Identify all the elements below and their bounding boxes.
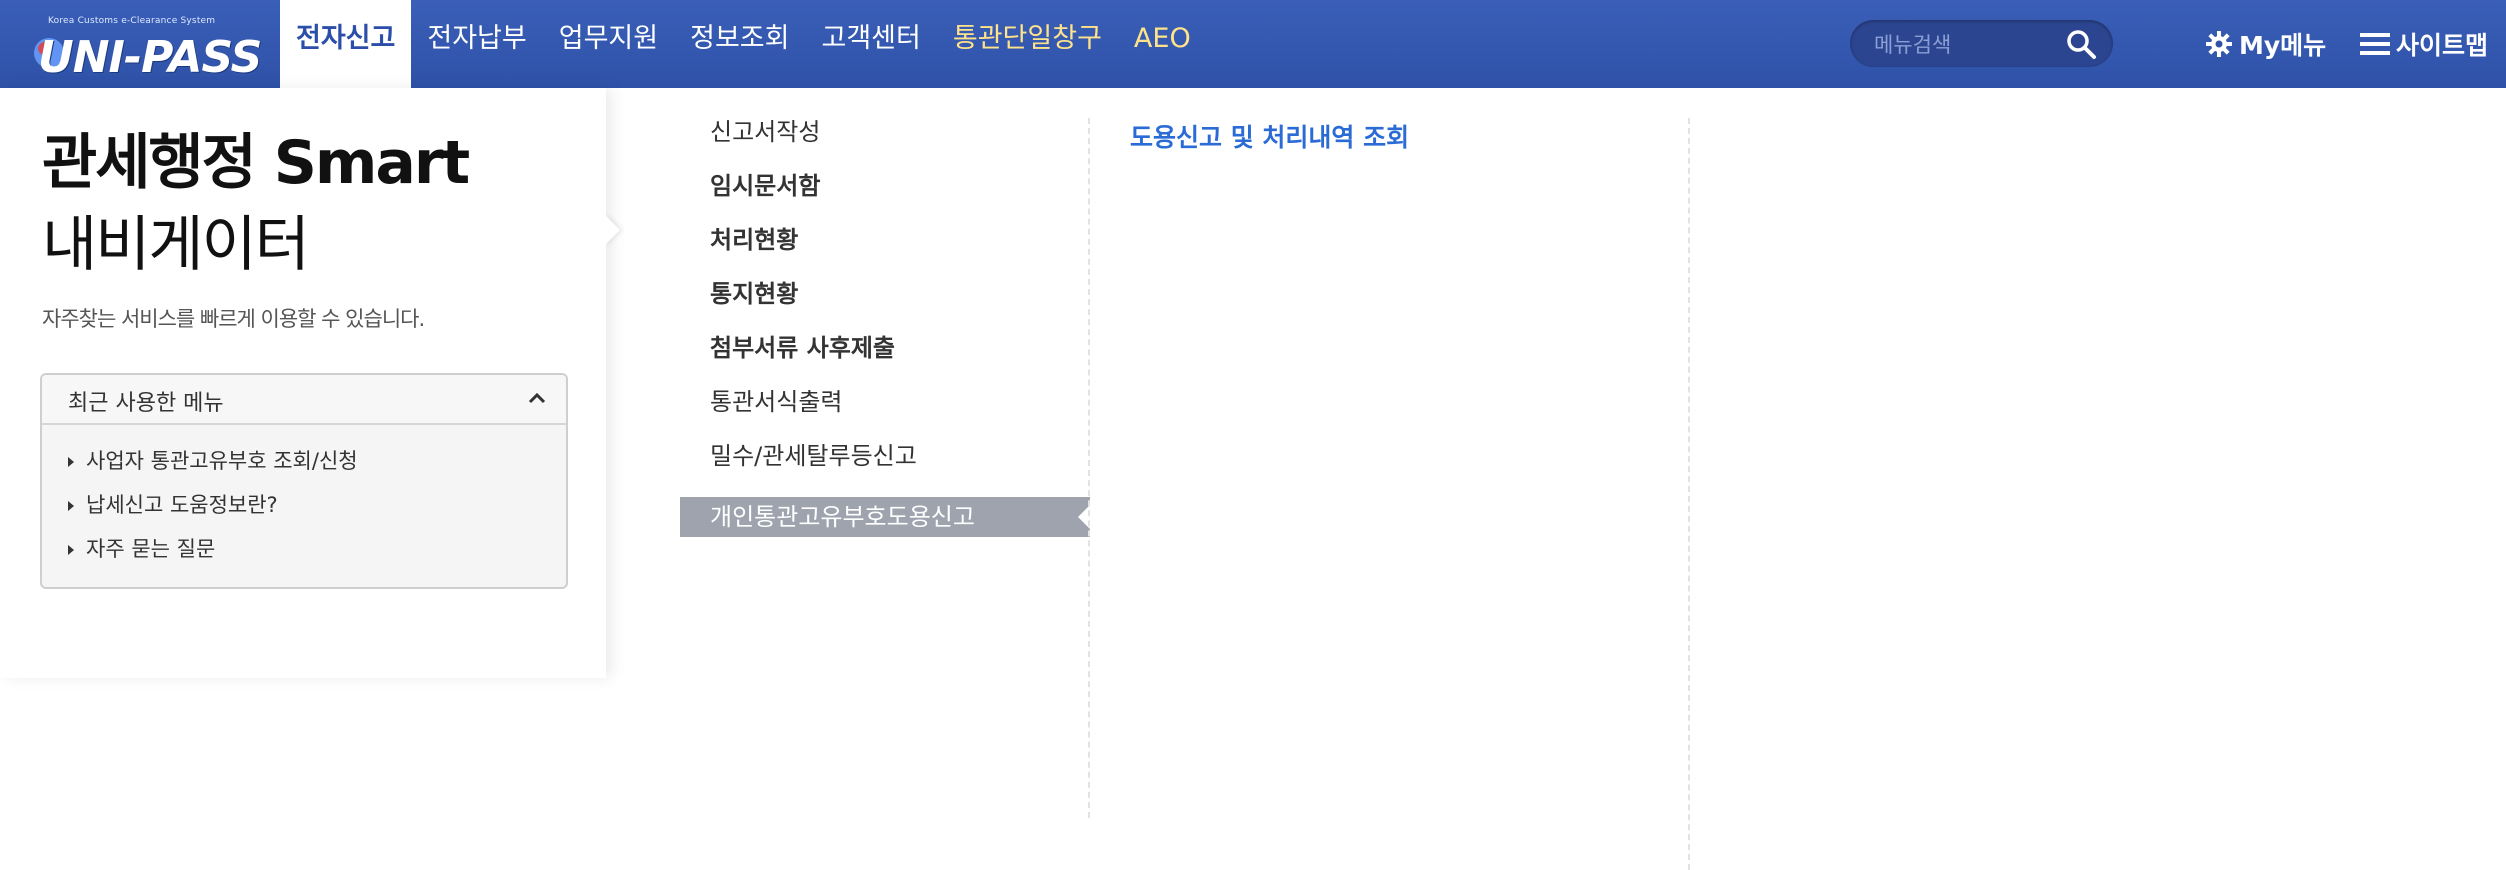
logo-text: UNI-PASS: [38, 32, 262, 83]
menu-item-write-declaration[interactable]: 신고서작성: [680, 112, 1090, 166]
submenu-list: 신고서작성 임시문서함 처리현황 통지현황 첨부서류 사후제출 통관서식출력 밀…: [680, 112, 1090, 537]
nav-item-business-support[interactable]: 업무지원: [543, 0, 674, 88]
nav-item-aeo[interactable]: AEO: [1118, 0, 1207, 88]
nav-item-electronic-payment[interactable]: 전자납부: [411, 0, 542, 88]
menu-search-input[interactable]: [1872, 20, 2056, 69]
menu-item-processing-status[interactable]: 처리현황: [680, 220, 1090, 274]
smart-navigator-panel: 관세행정 Smart 내비게이터 자주찾는 서비스를 빠르게 이용할 수 있습니…: [0, 88, 606, 678]
menu-search-box: [1850, 20, 2113, 69]
uni-pass-logo[interactable]: Korea Customs e-Clearance System UNI-PAS…: [30, 10, 262, 83]
nav-item-electronic-filing[interactable]: 전자신고: [280, 0, 412, 88]
menu-item-form-print[interactable]: 통관서식출력: [680, 382, 1090, 436]
search-icon[interactable]: [2065, 28, 2097, 60]
mymenu-label: My메뉴: [2239, 31, 2327, 60]
nav-item-single-window[interactable]: 통관단일창구: [937, 0, 1118, 88]
gear-icon: [2206, 31, 2232, 57]
column-divider: [1088, 118, 1090, 818]
recent-menu-header[interactable]: 최근 사용한 메뉴: [42, 375, 566, 425]
sitemap-button[interactable]: 사이트맵: [2360, 24, 2488, 64]
submenu-link-theft-history[interactable]: 도용신고 및 처리내역 조회: [1130, 118, 1409, 154]
recent-menu-list: 사업자 통관고유부호 조회/신청 납세신고 도움정보란? 자주 묻는 질문: [42, 425, 566, 571]
nav-item-customer-center[interactable]: 고객센터: [806, 0, 937, 88]
sitemap-label: 사이트맵: [2396, 31, 2489, 60]
chevron-up-icon[interactable]: [524, 385, 550, 411]
menu-item-attachment-submission[interactable]: 첨부서류 사후제출: [680, 328, 1090, 382]
logo-tagline: Korea Customs e-Clearance System: [48, 16, 216, 26]
menu-item-identity-theft-report[interactable]: 개인통관고유부호도용신고: [680, 497, 1090, 537]
column-divider: [1688, 118, 1690, 870]
recent-menu-box: 최근 사용한 메뉴 사업자 통관고유부호 조회/신청 납세신고 도움정보란? 자…: [40, 373, 568, 589]
navigator-title-line1: 관세행정 Smart: [42, 128, 470, 198]
main-nav: 전자신고 전자납부 업무지원 정보조회 고객센터 통관단일창구 AEO: [280, 0, 1207, 88]
recent-menu-title: 최근 사용한 메뉴: [68, 391, 224, 416]
menu-item-temporary-documents[interactable]: 임시문서함: [680, 166, 1090, 220]
recent-menu-item[interactable]: 납세신고 도움정보란?: [68, 483, 566, 527]
hamburger-menu-icon: [2360, 33, 2390, 55]
panel-pointer-arrow: [604, 214, 620, 246]
top-navigation-bar: Korea Customs e-Clearance System UNI-PAS…: [0, 0, 2506, 88]
menu-item-smuggling-report[interactable]: 밀수/관세탈루등신고: [680, 436, 1090, 490]
navigator-title-line2: 내비게이터: [42, 210, 310, 280]
recent-menu-item[interactable]: 자주 묻는 질문: [68, 527, 566, 571]
navigator-description: 자주찾는 서비스를 빠르게 이용할 수 있습니다.: [42, 307, 425, 331]
nav-item-information-inquiry[interactable]: 정보조회: [674, 0, 805, 88]
mymenu-button[interactable]: My메뉴: [2205, 24, 2326, 64]
menu-item-notification-status[interactable]: 통지현황: [680, 274, 1090, 328]
recent-menu-item[interactable]: 사업자 통관고유부호 조회/신청: [68, 439, 566, 483]
